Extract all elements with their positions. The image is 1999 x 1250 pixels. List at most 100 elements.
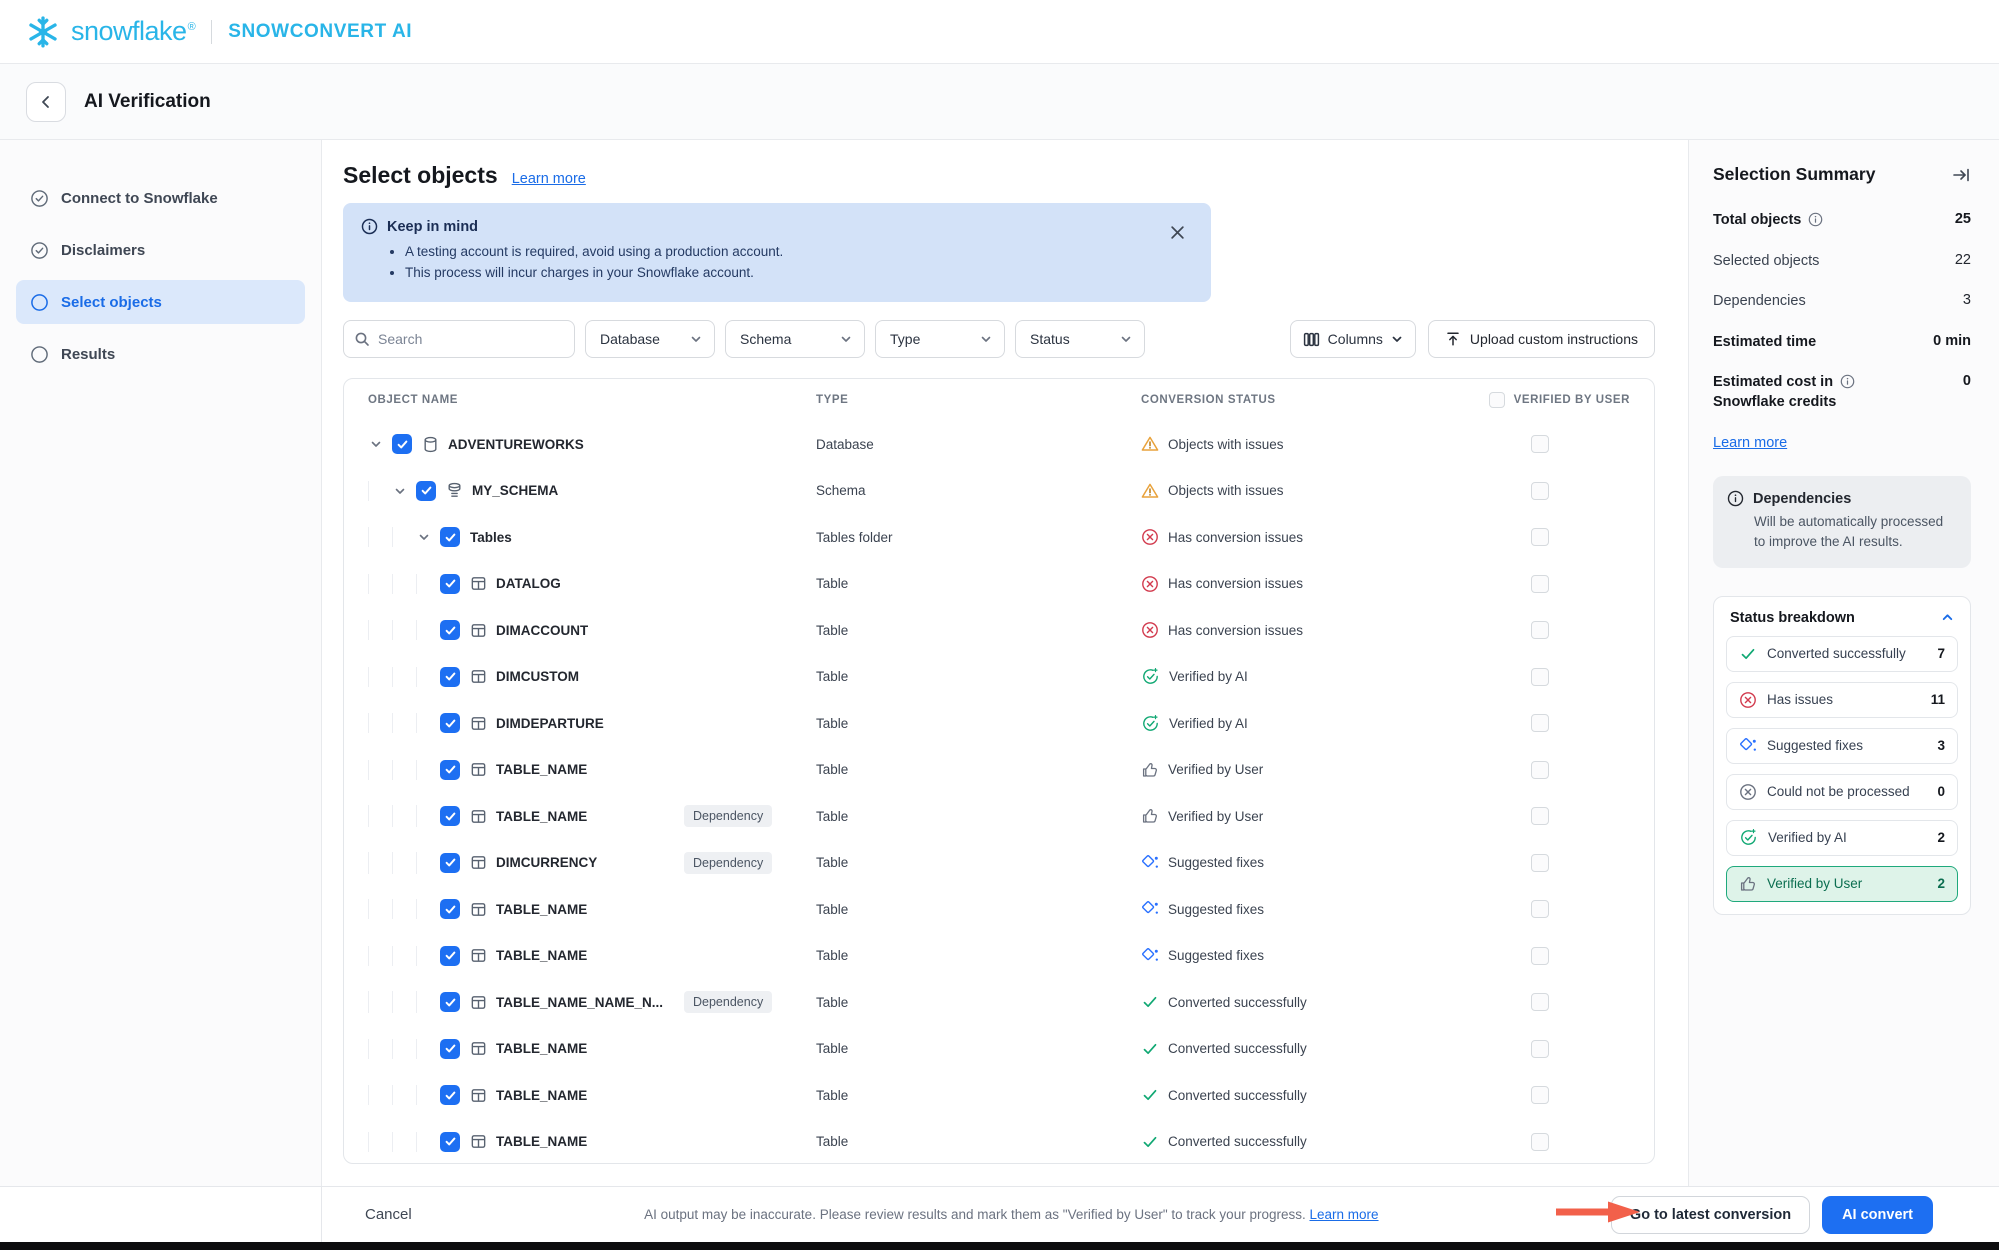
row-checkbox[interactable] [440, 1085, 460, 1105]
stat-label-text: Dependencies [1713, 293, 1806, 309]
verified-by-user-checkbox[interactable] [1531, 900, 1549, 918]
verified-by-user-checkbox[interactable] [1531, 621, 1549, 639]
object-name-cell: TABLE_NAME [368, 1132, 816, 1152]
status-breakdown-header[interactable]: Status breakdown [1726, 610, 1958, 626]
status-breakdown-title: Status breakdown [1730, 610, 1855, 626]
verified-by-user-checkbox[interactable] [1531, 575, 1549, 593]
tree-indent-guide [392, 527, 416, 547]
verified-by-user-checkbox[interactable] [1531, 435, 1549, 453]
status-filter-could-not-be-processed[interactable]: Could not be processed0 [1726, 774, 1958, 810]
info-icon [1727, 490, 1744, 507]
schema-filter-dropdown[interactable]: Schema [725, 320, 865, 358]
status-filter-verified-by-user[interactable]: Verified by User2 [1726, 866, 1958, 902]
expand-chevron-icon[interactable] [416, 531, 432, 543]
verified-by-user-checkbox[interactable] [1531, 1086, 1549, 1104]
sidebar-item-results[interactable]: Results [16, 332, 305, 376]
dropdown-label: Status [1030, 331, 1070, 347]
status-filter-suggested-fixes[interactable]: Suggested fixes3 [1726, 728, 1958, 764]
error-icon [1739, 691, 1757, 709]
row-checkbox[interactable] [440, 946, 460, 966]
window-bottom-edge [0, 1242, 1999, 1250]
upload-custom-instructions-button[interactable]: Upload custom instructions [1428, 320, 1655, 358]
object-type: Table [816, 576, 1141, 591]
row-checkbox[interactable] [440, 760, 460, 780]
row-checkbox[interactable] [440, 574, 460, 594]
row-checkbox[interactable] [440, 899, 460, 919]
disclaimer-learn-more-link[interactable]: Learn more [1309, 1207, 1378, 1222]
row-checkbox[interactable] [440, 806, 460, 826]
col-header-conversion-status: CONVERSION STATUS [1141, 394, 1450, 406]
row-checkbox[interactable] [440, 1039, 460, 1059]
go-to-latest-conversion-button[interactable]: Go to latest conversion [1611, 1196, 1810, 1234]
row-checkbox[interactable] [440, 527, 460, 547]
status-label: Objects with issues [1168, 437, 1284, 452]
sidebar-item-connect-to-snowflake[interactable]: Connect to Snowflake [16, 176, 305, 220]
search-box[interactable] [343, 320, 575, 358]
row-checkbox[interactable] [440, 620, 460, 640]
verified-by-user-checkbox[interactable] [1531, 854, 1549, 872]
status-filter-converted-successfully[interactable]: Converted successfully7 [1726, 636, 1958, 672]
sidebar-item-disclaimers[interactable]: Disclaimers [16, 228, 305, 272]
object-type: Table [816, 716, 1141, 731]
verified-by-user-checkbox[interactable] [1531, 1040, 1549, 1058]
status-label: Suggested fixes [1168, 855, 1264, 870]
back-button[interactable] [26, 82, 66, 122]
verified-by-user-checkbox[interactable] [1531, 993, 1549, 1011]
conversion-status: Converted successfully [1141, 1133, 1450, 1151]
verified-cell [1450, 761, 1630, 779]
status-filter-verified-by-ai[interactable]: Verified by AI 2 [1726, 820, 1958, 856]
verified-by-user-checkbox[interactable] [1531, 528, 1549, 546]
row-checkbox[interactable] [440, 667, 460, 687]
status-filter-has-issues[interactable]: Has issues11 [1726, 682, 1958, 718]
check-icon [1141, 993, 1159, 1011]
conversion-status: Has conversion issues [1141, 621, 1450, 639]
info-icon[interactable] [1808, 212, 1823, 227]
sidebar-item-label: Results [61, 346, 115, 363]
select-all-verified-checkbox[interactable] [1489, 392, 1505, 408]
row-checkbox[interactable] [392, 434, 412, 454]
verified-by-user-checkbox[interactable] [1531, 668, 1549, 686]
verified-by-user-checkbox[interactable] [1531, 1133, 1549, 1151]
database-filter-dropdown[interactable]: Database [585, 320, 715, 358]
tree-indent-guide [368, 574, 392, 594]
status-label: Has conversion issues [1168, 576, 1303, 591]
table-row: TABLE_NAMETableSuggested fixes [344, 933, 1654, 980]
banner-close-button[interactable] [1170, 225, 1185, 240]
tree-indent-guide [392, 852, 416, 874]
row-checkbox[interactable] [440, 1132, 460, 1152]
status-filter-dropdown[interactable]: Status [1015, 320, 1145, 358]
row-checkbox[interactable] [440, 853, 460, 873]
columns-button[interactable]: Columns [1290, 320, 1416, 358]
cancel-button[interactable]: Cancel [365, 1206, 412, 1223]
tree-indent-guide [368, 1085, 392, 1105]
stat-label: Estimated time [1713, 333, 1816, 353]
verified-by-user-checkbox[interactable] [1531, 482, 1549, 500]
expand-chevron-icon[interactable] [392, 485, 408, 497]
expand-chevron-icon[interactable] [368, 438, 384, 450]
charges-link[interactable]: charges [541, 265, 589, 280]
collapse-panel-button[interactable] [1951, 165, 1971, 185]
sidebar-item-select-objects[interactable]: Select objects [16, 280, 305, 324]
steps-sidebar: Connect to Snowflake Disclaimers Select ob… [0, 140, 322, 1186]
stat-label: Selected objects [1713, 252, 1819, 272]
verified-by-user-checkbox[interactable] [1531, 761, 1549, 779]
row-checkbox[interactable] [440, 713, 460, 733]
search-input[interactable] [378, 331, 564, 347]
status-filter-count: 2 [1937, 830, 1945, 845]
ai-convert-button[interactable]: AI convert [1822, 1196, 1933, 1234]
learn-more-link[interactable]: Learn more [512, 171, 586, 187]
tree-indent-guide [368, 946, 392, 966]
info-icon[interactable] [1840, 374, 1855, 389]
stat-label: Dependencies [1713, 292, 1806, 312]
row-checkbox[interactable] [416, 481, 436, 501]
verified-by-user-checkbox[interactable] [1531, 714, 1549, 732]
conversion-status: Suggested fixes [1141, 900, 1450, 918]
summary-stat-selected-objects: Selected objects22 [1713, 252, 1971, 272]
verified-by-user-checkbox[interactable] [1531, 807, 1549, 825]
summary-learn-more-link[interactable]: Learn more [1713, 435, 1787, 451]
sidebar-item-label: Connect to Snowflake [61, 190, 218, 207]
type-filter-dropdown[interactable]: Type [875, 320, 1005, 358]
status-filter-label: Verified by AI [1768, 830, 1847, 845]
verified-by-user-checkbox[interactable] [1531, 947, 1549, 965]
row-checkbox[interactable] [440, 992, 460, 1012]
